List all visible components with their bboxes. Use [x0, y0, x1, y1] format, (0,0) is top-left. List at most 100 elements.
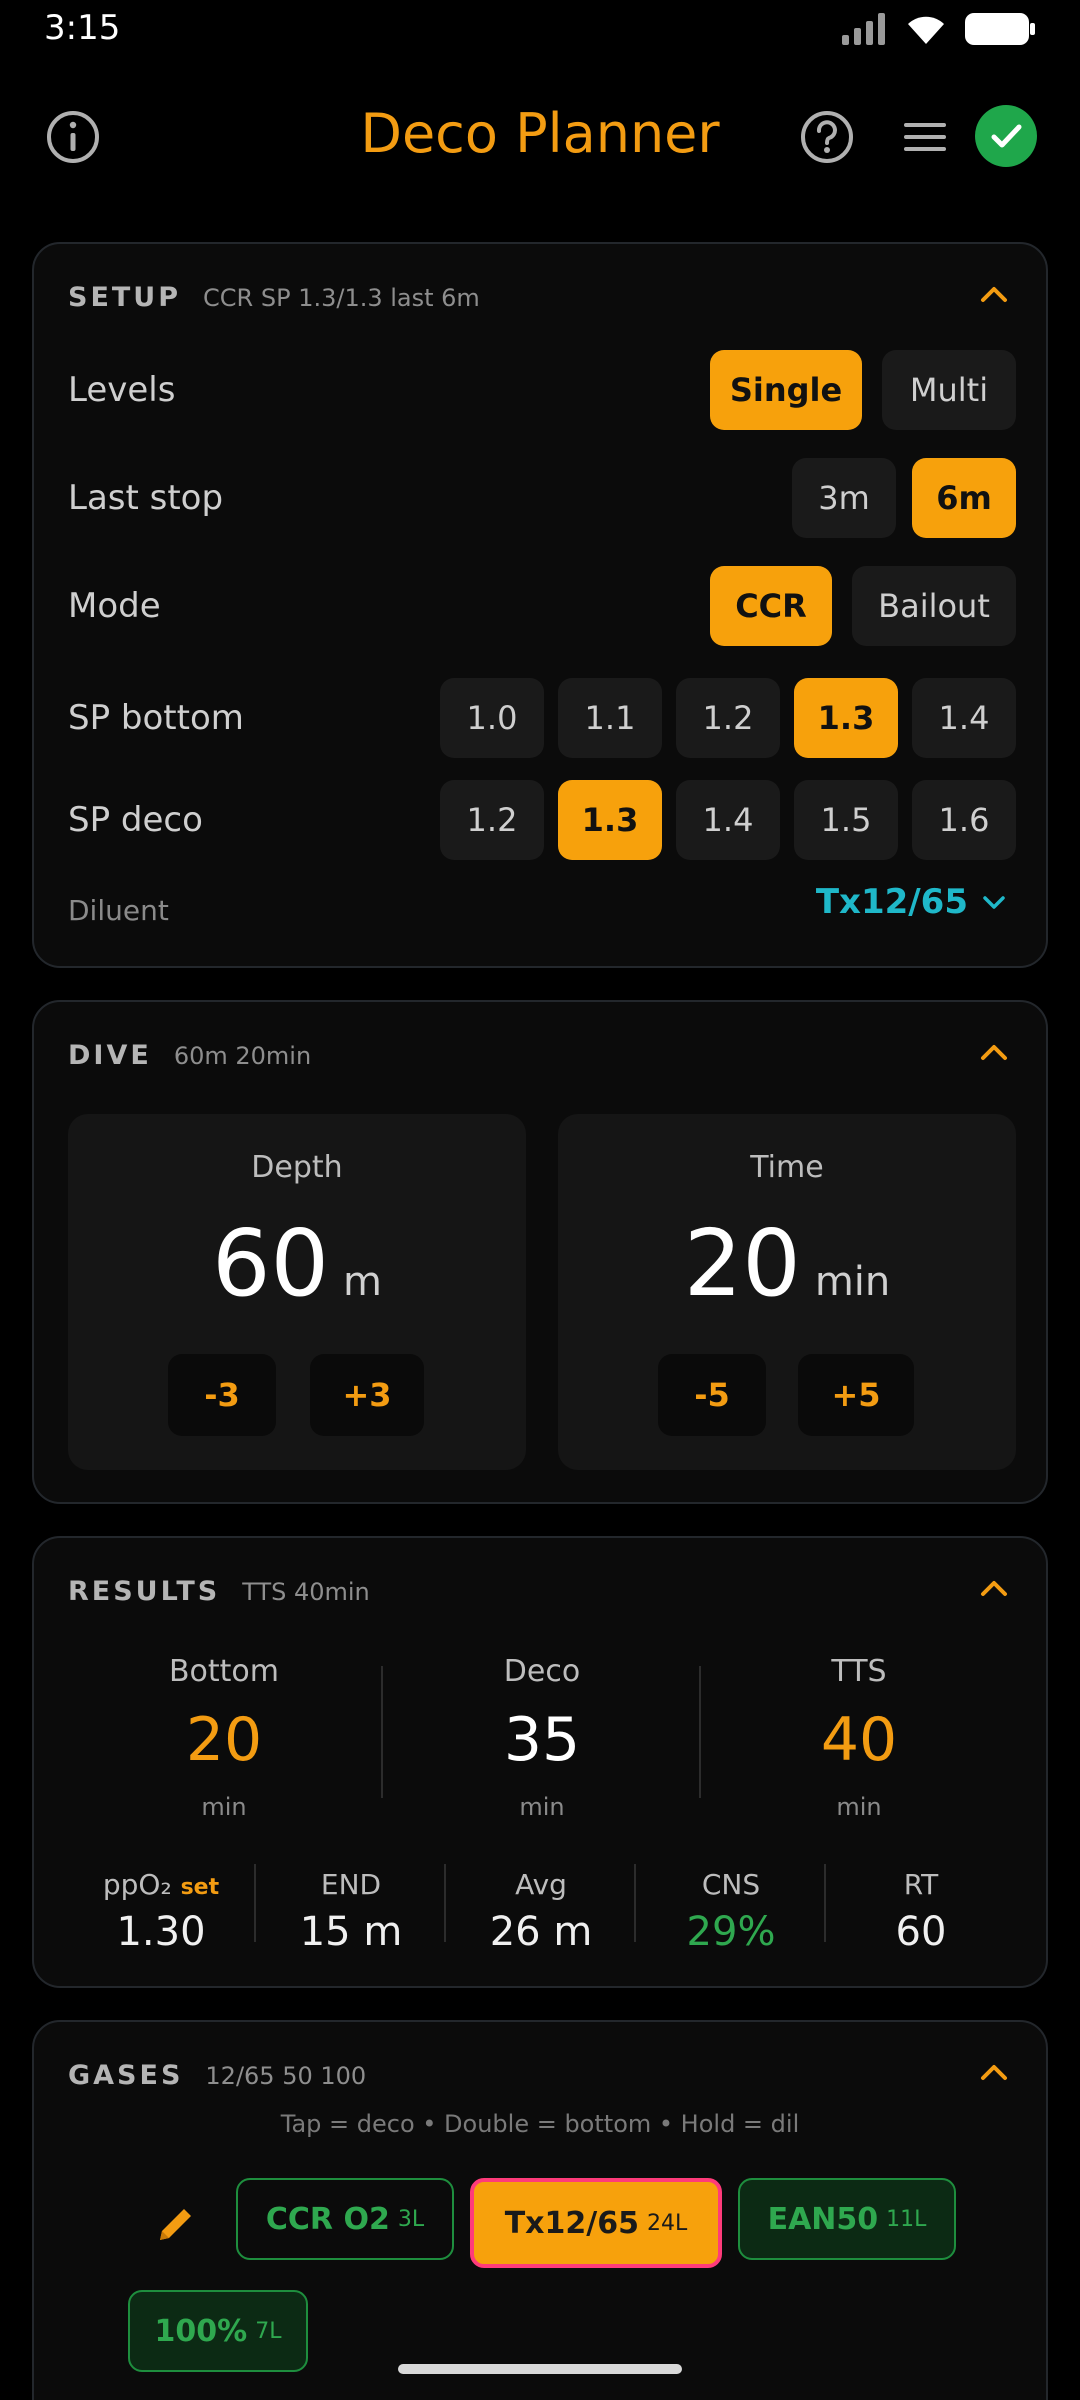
- sp-bottom-1-4-button[interactable]: 1.4: [912, 678, 1016, 758]
- levels-multi-button[interactable]: Multi: [882, 350, 1016, 430]
- wifi-icon: [908, 16, 944, 44]
- sp-deco-1-2-button[interactable]: 1.2: [440, 780, 544, 860]
- dive-summary: 60m 20min: [173, 1042, 312, 1070]
- battery-icon: [965, 13, 1035, 45]
- gas-chip-ccr-o2[interactable]: CCR O2 3L: [236, 2178, 454, 2260]
- sp-deco-1-4-button[interactable]: 1.4: [676, 780, 780, 860]
- sp-bottom-1-1-button[interactable]: 1.1: [558, 678, 662, 758]
- setup-header[interactable]: SETUP CCR SP 1.3/1.3 last 6m: [68, 282, 480, 313]
- levels-single-button[interactable]: Single: [710, 350, 862, 430]
- results-header[interactable]: RESULTS TTS 40min: [68, 1576, 370, 1607]
- result-tts-unit: min: [836, 1793, 882, 1821]
- gas-chip-name: 100%: [154, 2313, 248, 2349]
- result-bottom-value: 20: [185, 1705, 263, 1775]
- metric-cns-value: 29%: [686, 1909, 776, 1955]
- depth-label: Depth: [251, 1150, 343, 1185]
- mode-bailout-button[interactable]: Bailout: [852, 566, 1016, 646]
- edit-gases-button[interactable]: [146, 2194, 206, 2254]
- gases-header[interactable]: GASES 12/65 50 100: [68, 2060, 366, 2091]
- result-deco-value: 35: [503, 1705, 581, 1775]
- status-icons: [840, 12, 1036, 46]
- result-tts-value: 40: [820, 1705, 898, 1775]
- time-label: Time: [750, 1150, 824, 1185]
- time-value: 20: [683, 1210, 801, 1317]
- sp-deco-label: SP deco: [68, 800, 203, 840]
- help-button[interactable]: [798, 108, 856, 166]
- result-tts-label: TTS: [831, 1654, 887, 1689]
- depth-plus-button[interactable]: +3: [310, 1354, 424, 1436]
- chevron-up-icon[interactable]: [980, 284, 1008, 304]
- home-indicator[interactable]: [398, 2364, 682, 2374]
- diluent-label: Diluent: [68, 894, 169, 927]
- metric-rt-value: 60: [895, 1909, 947, 1955]
- metric-end-value: 15 m: [299, 1909, 403, 1955]
- metric-cns: CNS 29%: [636, 1868, 826, 1955]
- signal-icon: [842, 13, 885, 45]
- mode-ccr-button[interactable]: CCR: [710, 566, 832, 646]
- sp-deco-1-6-button[interactable]: 1.6: [912, 780, 1016, 860]
- gas-chip-ean50[interactable]: EAN50 11L: [738, 2178, 956, 2260]
- result-deco-label: Deco: [503, 1654, 581, 1689]
- mode-label: Mode: [68, 586, 161, 626]
- gas-chip-tx12-65[interactable]: Tx12/65 24L: [470, 2178, 722, 2268]
- time-unit: min: [814, 1259, 891, 1305]
- setup-summary: CCR SP 1.3/1.3 last 6m: [203, 284, 480, 312]
- metric-rt-label: RT: [903, 1868, 939, 1901]
- depth-value-display: 60 m: [68, 1210, 526, 1317]
- confirm-button[interactable]: [974, 104, 1038, 168]
- metric-ppo2: ppO₂ set 1.30: [66, 1868, 256, 1955]
- metric-avg-label: Avg: [515, 1868, 567, 1901]
- dive-card: DIVE 60m 20min Depth 60 m -3 +3 Time 20 mi…: [32, 1000, 1048, 1504]
- status-time: 3:15: [44, 8, 121, 48]
- gas-chip-name: CCR O2: [265, 2201, 390, 2237]
- metric-ppo2-label: ppO₂ set: [66, 1868, 256, 1901]
- chevron-up-icon[interactable]: [980, 2062, 1008, 2082]
- chevron-up-icon[interactable]: [980, 1578, 1008, 1598]
- metric-ppo2-tag: set: [180, 1875, 220, 1900]
- sp-deco-1-3-button[interactable]: 1.3: [558, 780, 662, 860]
- status-bar: 3:15: [0, 0, 1080, 60]
- metric-ppo2-value: 1.30: [116, 1909, 206, 1955]
- time-plus-button[interactable]: +5: [798, 1354, 914, 1436]
- metric-rt: RT 60: [826, 1868, 1016, 1955]
- diluent-dropdown[interactable]: Tx12/65: [816, 882, 1006, 922]
- app-bar: Deco Planner: [0, 90, 1080, 180]
- gas-chip-name: Tx12/65: [504, 2205, 639, 2241]
- setup-heading: SETUP: [68, 282, 182, 313]
- sp-bottom-label: SP bottom: [68, 698, 244, 738]
- gas-chip-size: 3L: [397, 2206, 425, 2232]
- sp-bottom-1-0-button[interactable]: 1.0: [440, 678, 544, 758]
- depth-unit: m: [343, 1259, 383, 1305]
- last-stop-6m-button[interactable]: 6m: [912, 458, 1016, 538]
- result-bottom-label: Bottom: [168, 1654, 280, 1689]
- sp-deco-1-5-button[interactable]: 1.5: [794, 780, 898, 860]
- gas-chip-size: 24L: [647, 2210, 688, 2236]
- results-summary: TTS 40min: [242, 1578, 370, 1606]
- gases-summary: 12/65 50 100: [205, 2062, 367, 2090]
- menu-button[interactable]: [898, 108, 952, 166]
- pencil-icon: [160, 2209, 191, 2240]
- time-minus-button[interactable]: -5: [658, 1354, 766, 1436]
- result-deco: Deco 35 min: [382, 1654, 702, 1821]
- levels-label: Levels: [68, 370, 176, 410]
- last-stop-label: Last stop: [68, 478, 224, 518]
- gas-chip-name: EAN50: [767, 2201, 879, 2237]
- metric-cns-label: CNS: [701, 1868, 761, 1901]
- gas-chip-100[interactable]: 100% 7L: [128, 2290, 308, 2372]
- depth-value: 60: [211, 1210, 330, 1317]
- gas-chip-size: 7L: [255, 2318, 282, 2344]
- results-card: RESULTS TTS 40min Bottom 20 min Deco 35 …: [32, 1536, 1048, 1988]
- time-panel: Time 20 min -5 +5: [558, 1114, 1016, 1470]
- last-stop-3m-button[interactable]: 3m: [792, 458, 896, 538]
- setup-card: SETUP CCR SP 1.3/1.3 last 6m Levels Sing…: [32, 242, 1048, 968]
- chevron-up-icon[interactable]: [980, 1042, 1008, 1062]
- diluent-value: Tx12/65: [815, 882, 968, 922]
- gases-hint: Tap = deco • Double = bottom • Hold = di…: [280, 2110, 800, 2138]
- sp-bottom-1-3-button[interactable]: 1.3: [794, 678, 898, 758]
- result-bottom: Bottom 20 min: [64, 1654, 384, 1821]
- dive-heading: DIVE: [68, 1040, 152, 1071]
- check-circle-icon: [975, 105, 1037, 167]
- sp-bottom-1-2-button[interactable]: 1.2: [676, 678, 780, 758]
- dive-header[interactable]: DIVE 60m 20min: [68, 1040, 311, 1071]
- depth-minus-button[interactable]: -3: [168, 1354, 276, 1436]
